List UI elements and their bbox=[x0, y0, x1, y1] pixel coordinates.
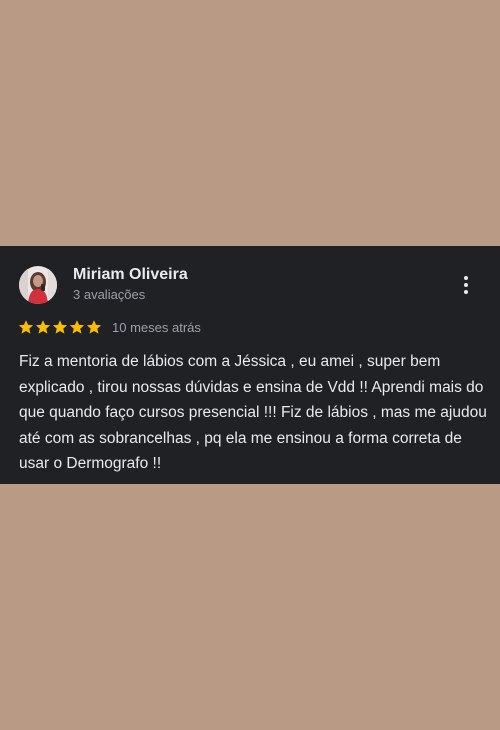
star-icon bbox=[69, 320, 85, 334]
reviewer-review-count: 3 avaliações bbox=[73, 287, 146, 302]
star-icon bbox=[52, 320, 68, 334]
star-icon bbox=[35, 320, 51, 334]
avatar[interactable] bbox=[19, 266, 57, 304]
star-icon bbox=[18, 320, 34, 334]
avatar-image bbox=[19, 266, 57, 304]
more-options-button[interactable] bbox=[452, 272, 480, 298]
more-vert-icon bbox=[464, 276, 468, 280]
star-rating bbox=[18, 319, 102, 335]
reviewer-name[interactable]: Miriam Oliveira bbox=[73, 266, 188, 284]
review-date: 10 meses atrás bbox=[112, 319, 201, 335]
star-icon bbox=[86, 320, 102, 334]
review-text: Fiz a mentoria de lábios com a Jéssica ,… bbox=[19, 353, 487, 472]
review-card: Miriam Oliveira 3 avaliações 10 meses at… bbox=[0, 246, 500, 484]
rating-row: 10 meses atrás bbox=[18, 317, 201, 337]
